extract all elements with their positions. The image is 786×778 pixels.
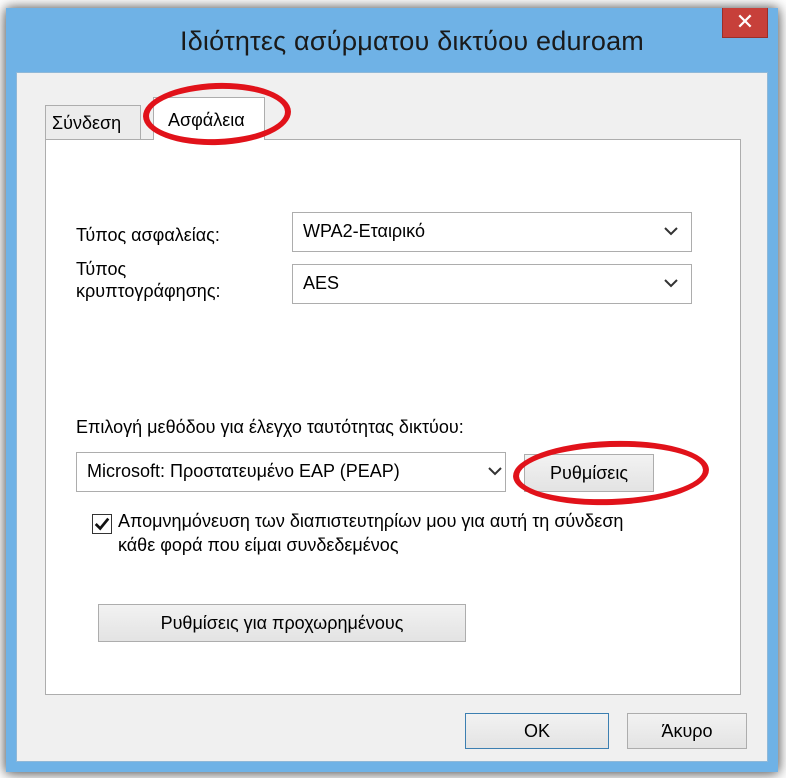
close-icon: ✕ (735, 9, 755, 34)
security-tab-panel: Τύπος ασφαλείας: WPA2-Εταιρικό Τύπος κρυ… (45, 139, 741, 695)
cancel-button[interactable]: Άκυρο (627, 713, 747, 749)
security-type-select[interactable]: WPA2-Εταιρικό (292, 212, 692, 252)
chevron-down-icon (488, 467, 502, 476)
auth-settings-button-label: Ρυθμίσεις (549, 463, 629, 483)
dialog-client-area: Σύνδεση Ασφάλεια Τύπος ασφαλείας: WPA2-Ε… (16, 72, 768, 762)
remember-credentials-checkbox[interactable] (92, 514, 112, 534)
close-button[interactable]: ✕ (722, 8, 768, 38)
auth-method-select[interactable]: Microsoft: Προστατευμένο EAP (PEAP) (76, 452, 506, 492)
tab-security-label: Ασφάλεια (168, 110, 245, 130)
chevron-down-icon (664, 279, 678, 288)
auth-method-value: Microsoft: Προστατευμένο EAP (PEAP) (87, 461, 400, 481)
encryption-type-value: AES (303, 273, 340, 293)
security-type-value: WPA2-Εταιρικό (303, 221, 425, 241)
security-type-label: Τύπος ασφαλείας: (76, 225, 220, 245)
encryption-type-label-line2: κρυπτογράφησης: (76, 281, 221, 301)
ok-button-label: OK (523, 721, 550, 741)
dialog-window: Ιδιότητες ασύρματου δικτύου eduroam ✕ Σύ… (6, 8, 778, 772)
tab-connection-label: Σύνδεση (52, 113, 122, 133)
tab-connection[interactable]: Σύνδεση (45, 105, 141, 139)
auth-settings-button[interactable]: Ρυθμίσεις (524, 454, 654, 492)
remember-credentials-label-line2: κάθε φορά που είμαι συνδεδεμένος (118, 535, 399, 555)
title-bar[interactable]: Ιδιότητες ασύρματου δικτύου eduroam ✕ (6, 8, 778, 72)
cancel-button-label: Άκυρο (661, 721, 713, 741)
tab-security[interactable]: Ασφάλεια (153, 97, 265, 140)
advanced-settings-button[interactable]: Ρυθμίσεις για προχωρημένους (98, 604, 466, 642)
ok-button[interactable]: OK (465, 713, 609, 749)
chevron-down-icon (664, 227, 678, 236)
window-title: Ιδιότητες ασύρματου δικτύου eduroam (180, 26, 644, 56)
checkmark-icon (94, 517, 110, 531)
advanced-settings-button-label: Ρυθμίσεις για προχωρημένους (160, 613, 404, 633)
encryption-type-select[interactable]: AES (292, 264, 692, 304)
auth-method-label: Επιλογή μεθόδου για έλεγχο ταυτότητας δι… (76, 417, 464, 437)
encryption-type-label-line1: Τύπος (76, 259, 127, 279)
remember-credentials-label-line1: Απομνημόνευση των διαπιστευτηρίων μου γι… (118, 511, 624, 531)
